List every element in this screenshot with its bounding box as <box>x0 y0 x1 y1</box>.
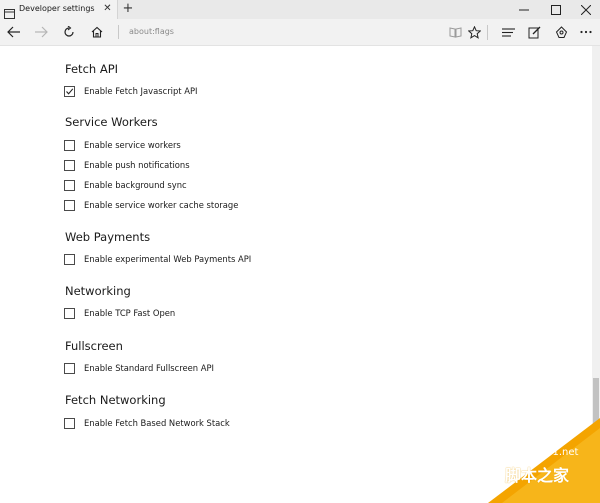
option-label: Enable Fetch Based Network Stack <box>84 418 230 428</box>
maximize-button[interactable] <box>541 0 571 19</box>
section-title-networking: Networking <box>65 284 131 298</box>
page-icon <box>4 4 15 19</box>
checkbox[interactable] <box>64 418 75 429</box>
toolbar-divider <box>487 25 488 40</box>
checkbox[interactable] <box>64 200 75 211</box>
forward-button[interactable] <box>31 23 51 41</box>
back-arrow-icon <box>7 26 20 38</box>
share-button[interactable] <box>551 23 571 41</box>
checkbox[interactable] <box>64 363 75 374</box>
home-icon <box>91 26 103 38</box>
checkbox[interactable] <box>64 160 75 171</box>
section-title-web-payments: Web Payments <box>65 230 151 244</box>
web-note-icon <box>528 26 540 38</box>
tab-close-icon[interactable]: ✕ <box>101 2 114 16</box>
maximize-icon <box>551 4 561 15</box>
checkbox[interactable] <box>64 254 75 265</box>
checkbox[interactable] <box>64 86 75 97</box>
option-label: Enable experimental Web Payments API <box>84 254 252 264</box>
section-title-service-workers: Service Workers <box>65 115 158 129</box>
close-icon <box>581 4 591 15</box>
hub-icon <box>501 27 515 37</box>
more-button[interactable] <box>576 23 596 41</box>
checkmark-icon <box>66 88 74 95</box>
section-title-fetch-api: Fetch API <box>65 62 119 76</box>
option-label: Enable service worker cache storage <box>84 200 239 210</box>
book-icon <box>449 26 461 38</box>
checkbox[interactable] <box>64 140 75 151</box>
section-title-fetch-networking: Fetch Networking <box>65 393 166 407</box>
option-label: Enable background sync <box>84 180 187 190</box>
option-label: Enable TCP Fast Open <box>84 308 176 318</box>
favorite-button[interactable] <box>464 23 484 41</box>
reading-view-button[interactable] <box>445 23 465 41</box>
star-icon <box>467 25 481 39</box>
checkbox[interactable] <box>64 308 75 319</box>
title-bar: Developer settings ✕ + <box>0 0 600 19</box>
tab-title: Developer settings <box>19 4 95 13</box>
close-window-button[interactable] <box>571 0 600 19</box>
web-note-button[interactable] <box>524 23 544 41</box>
address-bar[interactable]: about:flags <box>118 25 449 39</box>
refresh-button[interactable] <box>59 23 79 41</box>
checkbox[interactable] <box>64 180 75 191</box>
home-button[interactable] <box>87 23 107 41</box>
more-icon <box>580 30 592 34</box>
watermark-corner <box>488 418 600 503</box>
tab-developer-settings[interactable]: Developer settings ✕ <box>0 0 118 19</box>
navigation-bar: about:flags <box>0 19 600 46</box>
address-text: about:flags <box>129 27 174 36</box>
share-icon <box>555 25 567 38</box>
minimize-button[interactable] <box>509 0 539 19</box>
option-label: Enable push notifications <box>84 160 190 170</box>
option-label: Enable Standard Fullscreen API <box>84 363 215 373</box>
back-button[interactable] <box>4 23 24 41</box>
section-title-fullscreen: Fullscreen <box>65 339 123 353</box>
watermark-site: jb51.net <box>537 447 579 458</box>
forward-arrow-icon <box>35 26 48 38</box>
watermark-text: 脚本之家 <box>505 466 570 485</box>
refresh-icon <box>64 26 74 37</box>
option-label: Enable service workers <box>84 140 181 150</box>
hub-button[interactable] <box>498 23 518 41</box>
new-tab-button[interactable]: + <box>121 1 135 17</box>
option-label: Enable Fetch Javascript API <box>84 86 198 96</box>
minimize-icon <box>519 9 529 10</box>
